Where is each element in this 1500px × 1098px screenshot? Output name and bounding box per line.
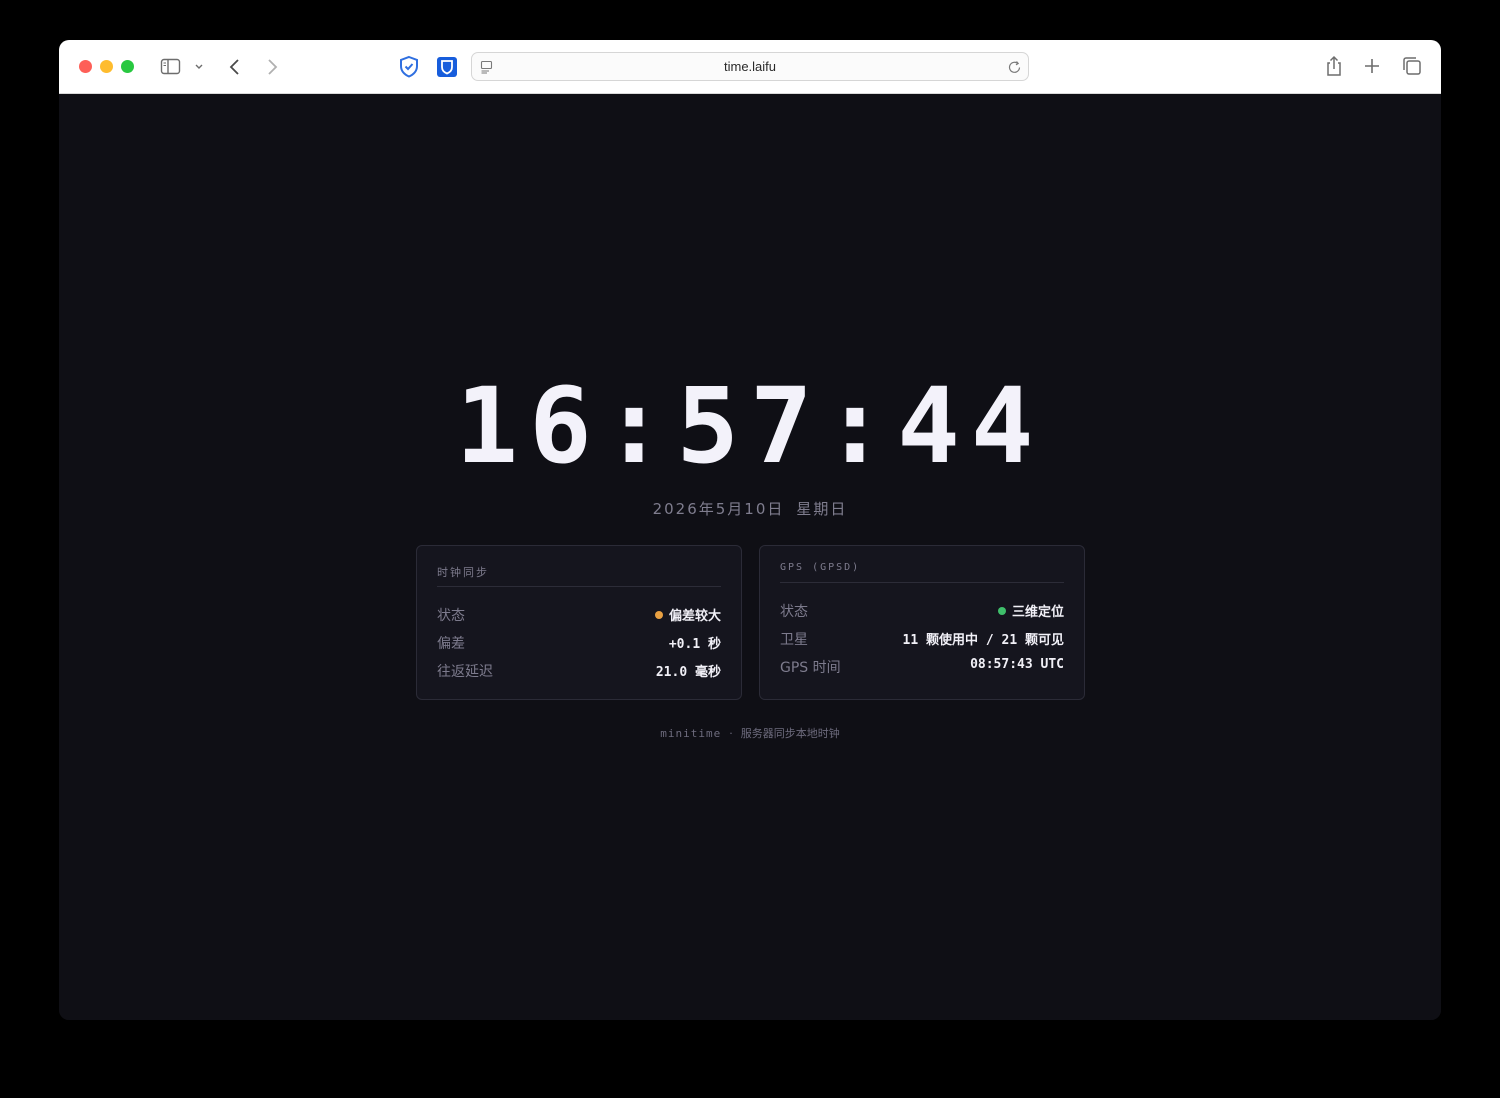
status-dot-icon xyxy=(997,607,1006,615)
back-arrow-icon[interactable] xyxy=(227,57,243,77)
row-label: 卫星 xyxy=(780,632,808,648)
sync-card-title: 时钟同步 xyxy=(437,566,489,579)
divider xyxy=(780,582,1064,583)
row-label: 偏差 xyxy=(437,636,465,652)
maximize-window-button[interactable] xyxy=(121,60,134,73)
row-label: 状态 xyxy=(437,608,465,624)
row-value: 21.0 毫秒 xyxy=(655,665,721,680)
gps-satellites-row: 卫星 11 颗使用中 / 21 颗可见 xyxy=(780,628,1064,648)
row-value: 偏差较大 xyxy=(654,605,721,624)
url-text[interactable]: time.laifu xyxy=(472,59,1028,74)
shield-check-icon[interactable] xyxy=(397,55,421,79)
divider xyxy=(437,586,721,587)
chevron-down-icon[interactable] xyxy=(193,62,205,72)
sync-status-row: 状态 偏差较大 xyxy=(437,604,721,624)
row-value: 08:57:43 UTC xyxy=(970,657,1064,672)
sync-rtt-row: 往返延迟 21.0 毫秒 xyxy=(437,660,721,680)
clock-time: 16:57:44 xyxy=(455,365,1045,487)
footer-brand: minitime xyxy=(660,727,722,740)
browser-toolbar: time.laifu xyxy=(59,40,1441,94)
footer: minitime · 服务器同步本地时钟 xyxy=(59,725,1441,741)
row-label: 往返延迟 xyxy=(437,664,493,680)
footer-separator: · xyxy=(729,727,733,740)
forward-arrow-icon[interactable] xyxy=(264,57,280,77)
browser-window: time.laifu 16:57:44 2026年5月10日星期日 时钟同步 xyxy=(59,40,1441,1020)
sync-card: 时钟同步 状态 偏差较大 偏差 +0.1 秒 往返延迟 21.0 毫秒 xyxy=(416,545,742,700)
gps-time-row: GPS 时间 08:57:43 UTC xyxy=(780,656,1064,676)
reload-icon[interactable] xyxy=(1007,60,1022,75)
bitwarden-shield-icon[interactable] xyxy=(436,56,458,78)
row-value: 三维定位 xyxy=(997,601,1064,620)
status-text: 偏差较大 xyxy=(668,609,721,624)
minimize-window-button[interactable] xyxy=(100,60,113,73)
gps-card: GPS (GPSD) 状态 三维定位 卫星 11 颗使用中 / 21 颗可见 G… xyxy=(759,545,1085,700)
page-content: 16:57:44 2026年5月10日 星期日 时钟同步 状态 偏差较大 偏差 +… xyxy=(59,94,1441,1020)
row-label: 状态 xyxy=(780,604,808,620)
gps-card-title: GPS (GPSD) xyxy=(780,562,861,573)
tabs-overview-icon[interactable] xyxy=(1402,56,1422,76)
row-label: GPS 时间 xyxy=(780,660,841,676)
status-dot-icon xyxy=(654,611,663,619)
row-value: +0.1 秒 xyxy=(668,637,721,652)
clock-weekday: 星期日 xyxy=(796,500,848,518)
address-bar[interactable]: time.laifu xyxy=(471,52,1029,81)
footer-tagline: 服务器同步本地时钟 xyxy=(740,727,840,740)
close-window-button[interactable] xyxy=(79,60,92,73)
status-text: 三维定位 xyxy=(1011,605,1064,620)
gps-status-row: 状态 三维定位 xyxy=(780,600,1064,620)
clock-date-line: 2026年5月10日 星期日 xyxy=(59,498,1441,519)
share-icon[interactable] xyxy=(1325,54,1343,78)
sync-offset-row: 偏差 +0.1 秒 xyxy=(437,632,721,652)
clock-date: 2026年5月10日 xyxy=(652,500,785,518)
plus-icon[interactable] xyxy=(1363,57,1381,75)
row-value: 11 颗使用中 / 21 颗可见 xyxy=(902,633,1064,648)
sidebar-icon[interactable] xyxy=(160,58,182,76)
